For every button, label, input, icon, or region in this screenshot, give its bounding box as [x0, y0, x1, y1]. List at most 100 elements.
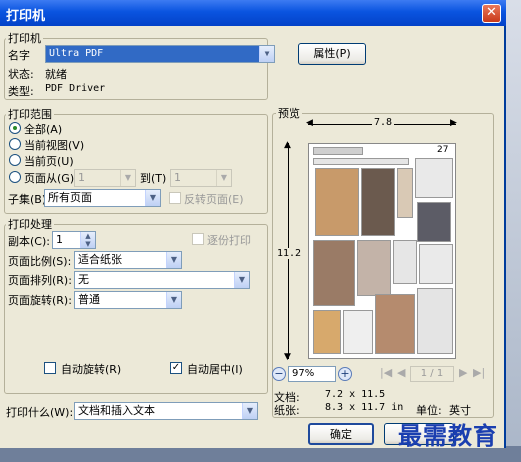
page-scale-label: 页面比例(S):: [8, 255, 72, 268]
preview-text-column: [393, 240, 417, 284]
reverse-pages-label: 反转页面(E): [184, 193, 244, 206]
properties-button[interactable]: 属性(P): [298, 43, 366, 65]
preview-photo: [313, 310, 341, 354]
doc-size-value: 7.2 x 11.5: [325, 389, 386, 400]
pages-from-input[interactable]: 1 ▼: [74, 169, 136, 187]
auto-center-label: 自动居中(I): [187, 363, 243, 376]
chevron-down-icon: ▼: [216, 170, 231, 186]
paper-size-label: 纸张:: [274, 404, 300, 417]
close-button[interactable]: ✕: [482, 4, 501, 23]
minus-icon: −: [274, 367, 284, 380]
arrow-down-icon: ▼: [284, 352, 291, 362]
preview-heading-strip: [313, 158, 409, 165]
status-value: 就绪: [45, 68, 67, 81]
printer-name-select[interactable]: Ultra PDF ▼: [45, 45, 275, 63]
next-page-icon[interactable]: ▶: [459, 366, 467, 379]
range-current-view-label: 当前视图(V): [24, 139, 85, 152]
subset-label: 子集(B): [8, 193, 47, 206]
range-pages-label: 页面从(G): [24, 172, 75, 185]
ok-button[interactable]: 确定: [308, 423, 374, 445]
type-label: 类型:: [8, 85, 34, 98]
auto-rotate-checkbox[interactable]: [44, 362, 56, 374]
preview-photo: [357, 240, 391, 296]
preview-photo: [375, 294, 415, 354]
paper-size-value: 8.3 x 11.7 in: [325, 402, 404, 413]
watermark-logo: 最需教育: [398, 421, 498, 450]
printer-group-label: 打印机: [6, 30, 43, 46]
preview-photo: [313, 240, 355, 306]
preview-label: 预览: [276, 105, 302, 121]
range-all-label: 全部(A): [24, 123, 63, 136]
print-handling-label: 打印处理: [6, 216, 54, 232]
arrow-right-icon: ▶: [450, 118, 457, 128]
chevron-down-icon: ▼: [234, 272, 249, 288]
page-rotate-select[interactable]: 普通 ▼: [74, 291, 182, 309]
preview-photo: [315, 168, 359, 236]
page-scale-value: 适合纸张: [78, 253, 122, 266]
chevron-down-icon: ▼: [242, 403, 257, 419]
page-field[interactable]: 1 / 1: [410, 366, 454, 382]
zoom-out-button[interactable]: −: [272, 367, 286, 381]
copies-value: 1: [56, 233, 63, 246]
reverse-pages-checkbox[interactable]: [169, 192, 181, 204]
subset-select[interactable]: 所有页面 ▼: [44, 189, 161, 207]
print-range-label: 打印范围: [6, 106, 54, 122]
arrow-up-icon: ▲: [284, 140, 291, 150]
range-pages-radio[interactable]: [9, 171, 21, 183]
preview-text-column: [417, 288, 453, 354]
preview-header-block: [313, 147, 363, 155]
pages-to-input[interactable]: 1 ▼: [170, 169, 232, 187]
chevron-down-icon: ▼: [166, 292, 181, 308]
zoom-in-button[interactable]: +: [338, 367, 352, 381]
arrow-left-icon: ◀: [306, 118, 313, 128]
width-dimension: 7.8: [372, 117, 395, 128]
zoom-value: 97%: [292, 368, 315, 379]
last-page-icon[interactable]: ▶|: [473, 366, 485, 379]
plus-icon: +: [340, 367, 350, 380]
background-window-edge: [505, 0, 521, 462]
status-label: 状态:: [8, 68, 34, 81]
preview-text-column: [343, 310, 373, 354]
print-what-label: 打印什么(W):: [6, 406, 74, 419]
first-page-icon[interactable]: |◀: [380, 366, 392, 379]
copies-stepper[interactable]: 1 ▲ ▼: [52, 231, 96, 249]
copies-label: 副本(C):: [8, 235, 50, 248]
preview-text-column: [419, 244, 453, 284]
print-what-value: 文档和插入文本: [78, 404, 155, 417]
page-preview: 27: [308, 143, 456, 359]
range-all-radio[interactable]: [9, 122, 21, 134]
height-dimension: 11.2: [277, 248, 302, 259]
pages-to-label: 到(T): [140, 172, 167, 185]
zoom-input[interactable]: 97%: [288, 366, 336, 382]
page-rotate-label: 页面旋转(R):: [8, 294, 72, 307]
range-current-page-radio[interactable]: [9, 154, 21, 166]
pages-from-value: 1: [78, 171, 85, 184]
page-order-label: 页面排列(R):: [8, 274, 72, 287]
prev-page-icon[interactable]: ◀: [397, 366, 405, 379]
collate-checkbox[interactable]: [192, 233, 204, 245]
preview-photo: [397, 168, 413, 218]
preview-page-number: 27: [437, 145, 449, 155]
print-what-select[interactable]: 文档和插入文本 ▼: [74, 402, 258, 420]
range-current-view-radio[interactable]: [9, 138, 21, 150]
subset-value: 所有页面: [48, 191, 92, 204]
preview-text-column: [415, 158, 453, 198]
collate-label: 逐份打印: [207, 234, 251, 247]
page-scale-select[interactable]: 适合纸张 ▼: [74, 251, 182, 269]
printer-name-label: 名字: [8, 49, 30, 62]
preview-photo: [361, 168, 395, 236]
chevron-down-icon: ▼: [120, 170, 135, 186]
checkmark-icon: ✓: [171, 362, 181, 373]
page-field-value: 1 / 1: [420, 368, 444, 379]
auto-rotate-label: 自动旋转(R): [61, 363, 122, 376]
range-current-page-label: 当前页(U): [24, 155, 74, 168]
auto-center-checkbox[interactable]: ✓: [170, 362, 182, 374]
print-dialog: 打印机 ✕ 打印机 名字 Ultra PDF ▼ 属性(P) 状态: 就绪 类型…: [0, 0, 506, 448]
chevron-down-icon: ▼: [145, 190, 160, 206]
close-icon: ✕: [486, 5, 497, 20]
pages-to-value: 1: [174, 171, 181, 184]
page-rotate-value: 普通: [78, 293, 100, 306]
chevron-down-icon: ▼: [259, 46, 274, 62]
page-order-select[interactable]: 无 ▼: [74, 271, 250, 289]
page-order-value: 无: [78, 273, 89, 286]
